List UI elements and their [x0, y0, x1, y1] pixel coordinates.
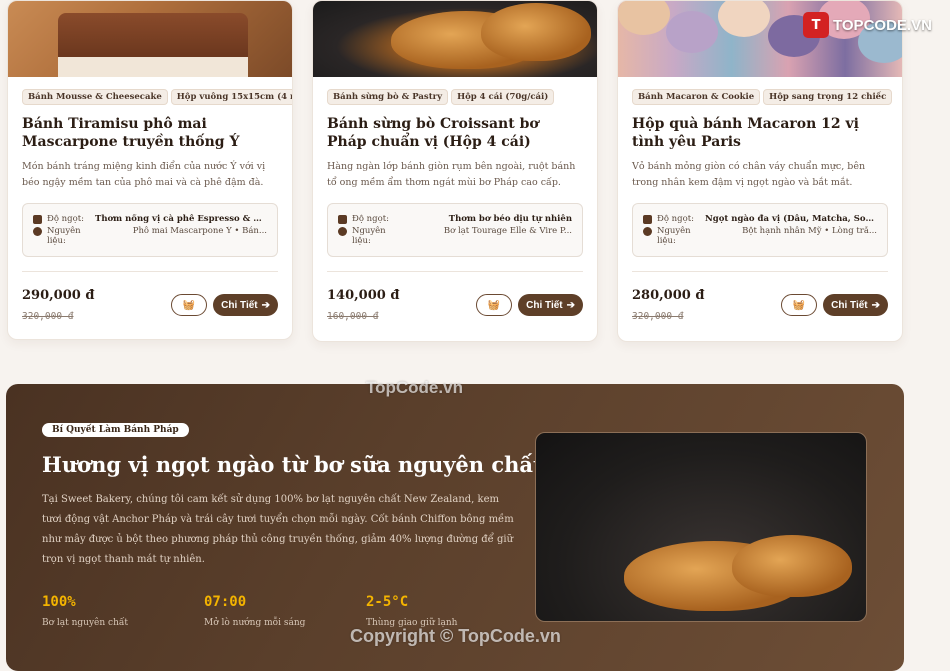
ingredients-value: Phô mai Mascarpone Ý • Bán...: [132, 226, 267, 236]
product-image[interactable]: [8, 1, 292, 77]
add-to-cart-button[interactable]: 🧺: [476, 294, 513, 316]
product-image[interactable]: [313, 1, 597, 77]
size-tag: Hộp sang trọng 12 chiếc: [763, 89, 893, 105]
product-title[interactable]: Hộp quà bánh Macaron 12 vị tình yêu Pari…: [632, 115, 888, 151]
old-price: 320,000 đ: [22, 311, 74, 322]
box-icon: [643, 215, 652, 224]
watermark-bottom: Copyright © TopCode.vn: [350, 626, 561, 646]
divider: [22, 271, 278, 272]
category-tag: Bánh Mousse & Cheesecake: [22, 89, 168, 105]
category-tag: Bánh sừng bò & Pastry: [327, 89, 449, 105]
basket-icon: 🧺: [182, 299, 196, 311]
price: 140,000 đ: [327, 288, 400, 303]
macaron-picture: [718, 1, 770, 37]
stat-butter: 100% Bơ lạt nguyên chất: [42, 594, 128, 628]
sweetness-value: Thơm bơ béo dịu tự nhiên: [448, 214, 572, 224]
price: 290,000 đ: [22, 288, 95, 303]
stat-cooling: 2-5°C Thùng giao giữ lạnh: [366, 594, 457, 628]
arrow-right-icon: ➔: [261, 299, 270, 311]
divider: [327, 271, 583, 272]
banner-badge: Bí Quyết Làm Bánh Pháp: [42, 423, 189, 437]
stat-label: Bơ lạt nguyên chất: [42, 618, 129, 628]
divider: [632, 271, 888, 272]
croissant-picture: [481, 3, 591, 61]
detail-button[interactable]: Chi Tiết ➔: [823, 294, 888, 316]
sweetness-label: Độ ngọt:: [657, 214, 694, 224]
banner-title: Hương vị ngọt ngào từ bơ sữa nguyên chất: [42, 452, 543, 477]
sweetness-label: Độ ngọt:: [47, 214, 84, 224]
sweetness-value: Ngọt ngào đa vị (Dâu, Matcha, Socola, Va…: [705, 214, 877, 224]
category-tag: Bánh Macaron & Cookie: [632, 89, 761, 105]
stat-value: 2-5°C: [366, 594, 409, 610]
product-specs: Độ ngọt: Ngọt ngào đa vị (Dâu, Matcha, S…: [632, 203, 888, 257]
detail-button[interactable]: Chi Tiết ➔: [518, 294, 583, 316]
old-price: 160,000 đ: [327, 311, 379, 322]
arrow-right-icon: ➔: [566, 299, 575, 311]
macaron-picture: [666, 11, 718, 53]
detail-label: Chi Tiết: [221, 299, 258, 311]
old-price: 320,000 đ: [632, 311, 684, 322]
banner-text: Tại Sweet Bakery, chúng tôi cam kết sử d…: [42, 494, 514, 565]
product-description: Hàng ngàn lớp bánh giòn rụm bên ngoài, r…: [327, 161, 576, 188]
basket-icon: 🧺: [792, 299, 806, 311]
product-title[interactable]: Bánh Tiramisu phô mai Mascarpone truyền …: [22, 115, 278, 151]
detail-label: Chi Tiết: [831, 299, 868, 311]
price: 280,000 đ: [632, 288, 705, 303]
macaron-picture: [618, 1, 670, 35]
detail-button[interactable]: Chi Tiết ➔: [213, 294, 278, 316]
ingredients-value: Bột hạnh nhân Mỹ • Lòng trắ...: [742, 226, 877, 236]
bowl-icon: [338, 227, 347, 236]
ingredients-label: Nguyên liệu:: [47, 226, 81, 246]
size-tag: Hộp 4 cái (70g/cái): [451, 89, 555, 105]
croissant-photo: [535, 432, 867, 622]
product-specs: Độ ngọt: Thơm nồng vị cà phê Espresso & …: [22, 203, 278, 257]
sweetness-value: Thơm nồng vị cà phê Espresso & Rượu Rh..…: [95, 214, 267, 224]
stat-oven: 07:00 Mở lò nướng mỗi sáng: [204, 594, 305, 628]
product-specs: Độ ngọt: Thơm bơ béo dịu tự nhiên Nguyên…: [327, 203, 583, 257]
stat-label: Mở lò nướng mỗi sáng: [204, 618, 306, 628]
watermark-center: TopCode.vn: [366, 378, 463, 397]
box-icon: [338, 215, 347, 224]
product-card-tiramisu: Bánh Mousse & Cheesecake Hộp vuông 15x15…: [7, 0, 293, 340]
stat-value: 07:00: [204, 594, 247, 610]
product-card-macaron: Bánh Macaron & Cookie Hộp sang trọng 12 …: [617, 0, 903, 342]
product-title[interactable]: Bánh sừng bò Croissant bơ Pháp chuẩn vị …: [327, 115, 583, 151]
tiramisu-picture: [58, 13, 248, 77]
ingredients-value: Bơ lạt Tourage Elle & Vire P...: [443, 226, 572, 236]
ingredients-label: Nguyên liệu:: [657, 226, 691, 246]
product-card-croissant: Bánh sừng bò & Pastry Hộp 4 cái (70g/cái…: [312, 0, 598, 342]
size-tag: Hộp vuông 15x15cm (4 người): [170, 89, 292, 105]
topcode-logo: T TOPCODE.VN: [803, 12, 932, 38]
ingredients-label: Nguyên liệu:: [352, 226, 386, 246]
detail-label: Chi Tiết: [526, 299, 563, 311]
product-description: Vỏ bánh mỏng giòn có chân váy chuẩn mực,…: [632, 161, 866, 188]
arrow-right-icon: ➔: [871, 299, 880, 311]
bowl-icon: [643, 227, 652, 236]
croissant-picture: [732, 535, 852, 597]
sweetness-label: Độ ngọt:: [352, 214, 389, 224]
bowl-icon: [33, 227, 42, 236]
stat-value: 100%: [42, 594, 76, 610]
add-to-cart-button[interactable]: 🧺: [781, 294, 818, 316]
add-to-cart-button[interactable]: 🧺: [171, 294, 208, 316]
logo-mark: T: [803, 12, 829, 38]
basket-icon: 🧺: [487, 299, 501, 311]
box-icon: [33, 215, 42, 224]
logo-text: TOPCODE.VN: [833, 16, 932, 34]
product-description: Món bánh tráng miệng kinh điển của nước …: [22, 161, 266, 188]
